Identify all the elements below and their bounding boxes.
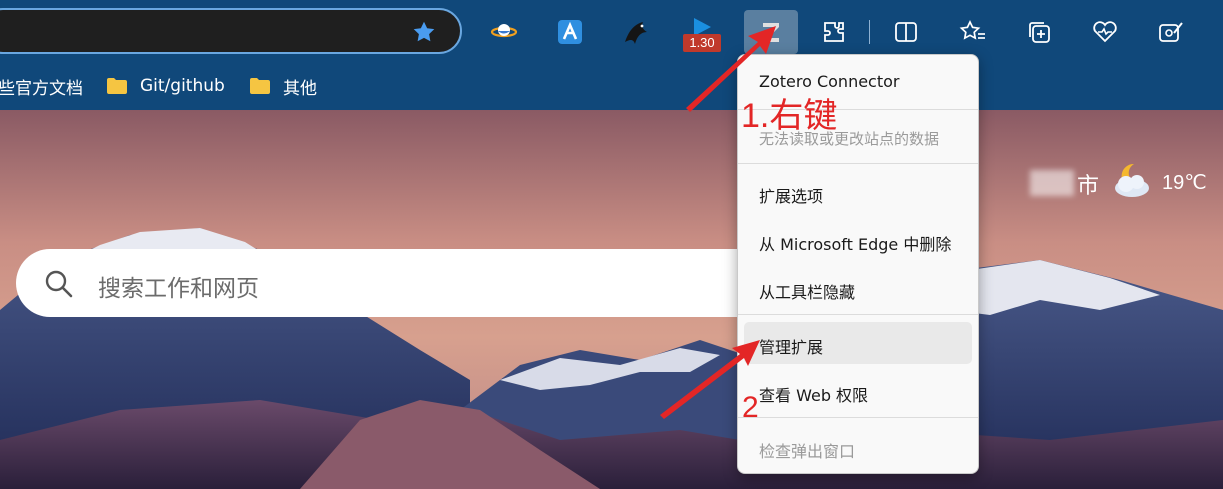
- feedback-icon[interactable]: [1149, 10, 1193, 54]
- menu-item-remove-from-edge[interactable]: 从 Microsoft Edge 中删除: [759, 231, 951, 255]
- menu-divider: [738, 163, 978, 164]
- bookmark-folder-other[interactable]: 其他: [249, 72, 317, 100]
- saturn-icon[interactable]: [482, 10, 526, 54]
- menu-item-inspect-popup: 检查弹出窗口: [759, 442, 856, 461]
- bird-icon[interactable]: [614, 10, 658, 54]
- web-search-box[interactable]: 搜索工作和网页: [16, 249, 776, 317]
- menu-divider: [738, 417, 978, 418]
- annotation-step-1: 1.右键: [741, 97, 838, 135]
- bookmark-item[interactable]: 些官方文档: [0, 72, 83, 100]
- zotero-icon[interactable]: [744, 10, 798, 54]
- extension-badge: 1.30: [683, 34, 721, 52]
- browser-toolbar: 1.30: [0, 0, 1223, 62]
- bookmark-label: 其他: [283, 78, 317, 99]
- menu-item-view-web-permissions[interactable]: 查看 Web 权限: [759, 382, 868, 406]
- collections-icon[interactable]: [1017, 10, 1061, 54]
- favorite-star-icon[interactable]: [406, 16, 442, 48]
- search-icon: [45, 270, 73, 298]
- favorites-icon[interactable]: [951, 10, 995, 54]
- partly-cloudy-icon[interactable]: [1110, 160, 1152, 200]
- toolbar-divider: [869, 20, 870, 44]
- browser-essentials-icon[interactable]: [1083, 10, 1127, 54]
- search-placeholder: 搜索工作和网页: [98, 276, 259, 302]
- address-bar[interactable]: [0, 8, 462, 54]
- menu-item-hide-from-toolbar[interactable]: 从工具栏隐藏: [759, 279, 855, 303]
- folder-icon: [250, 78, 270, 94]
- annotation-step-2: 2: [742, 391, 759, 424]
- menu-divider: [738, 314, 978, 315]
- puzzle-icon[interactable]: [812, 10, 856, 54]
- split-screen-icon[interactable]: [884, 10, 928, 54]
- weather-city-blurred: [1030, 170, 1074, 196]
- menu-item-manage-extensions[interactable]: 管理扩展: [759, 334, 823, 358]
- bookmark-label: Git/github: [140, 76, 225, 96]
- folder-icon: [107, 78, 127, 94]
- weather-temperature[interactable]: 19℃: [1162, 170, 1207, 195]
- quicker-icon[interactable]: [548, 10, 592, 54]
- weather-city[interactable]: 市: [1077, 168, 1099, 200]
- bookmark-folder-git[interactable]: Git/github: [106, 72, 225, 100]
- bookmark-label: 些官方文档: [0, 78, 83, 99]
- menu-item-extension-options[interactable]: 扩展选项: [759, 183, 823, 207]
- bookmarks-bar: 些官方文档 Git/github 其他: [0, 62, 1223, 110]
